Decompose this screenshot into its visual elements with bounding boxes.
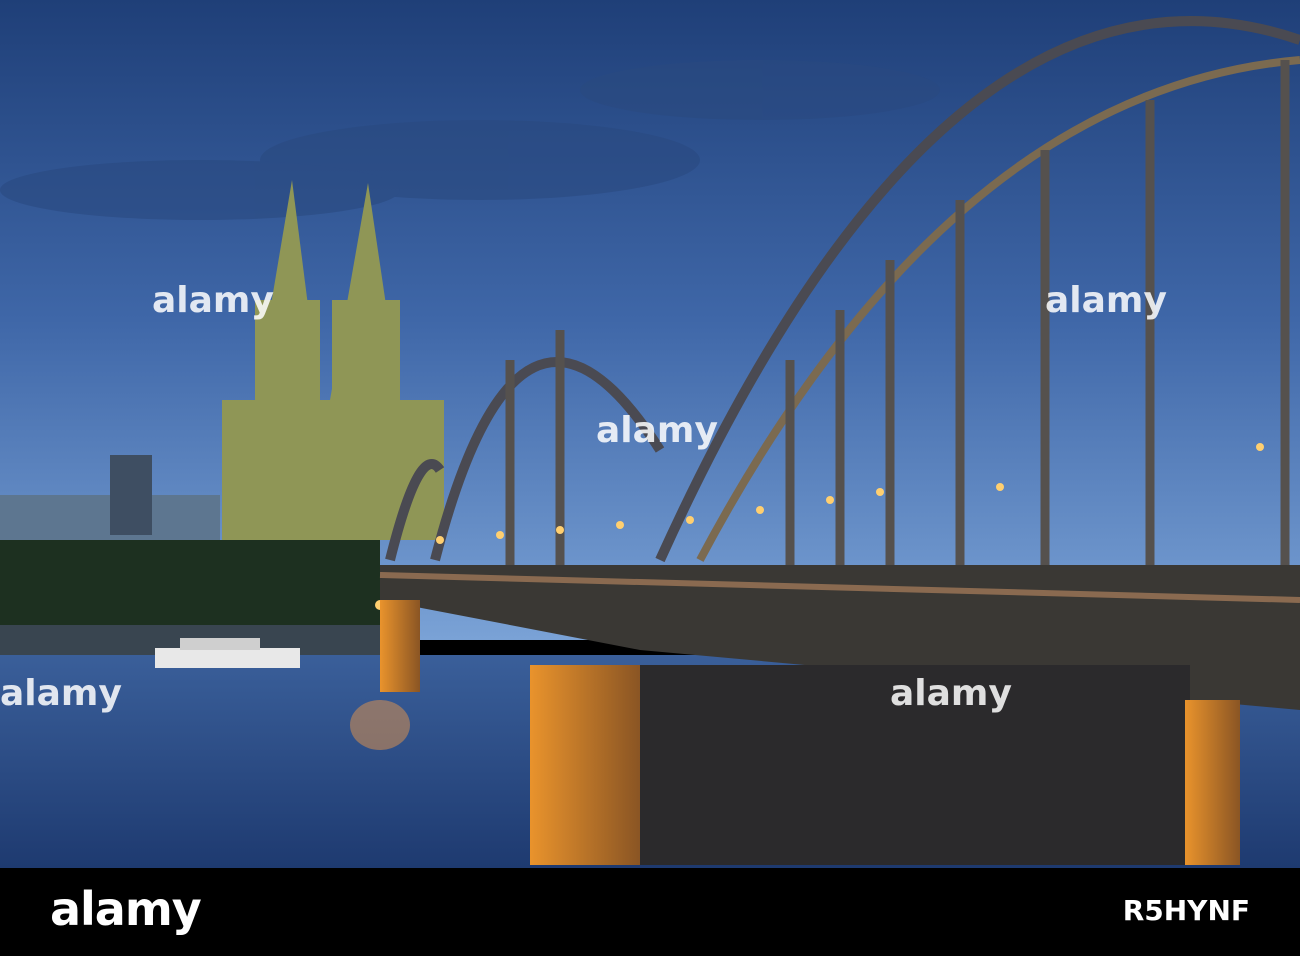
image-id: R5HYNF: [1122, 894, 1250, 927]
alamy-logo: alamy: [50, 882, 202, 936]
svg-text:alamy: alamy: [152, 280, 274, 321]
bridge-pier-left: [380, 600, 420, 692]
light-reflection: [350, 700, 410, 750]
bridge-pier-right: [1185, 700, 1240, 865]
footer-bar: alamy R5HYNF: [0, 868, 1300, 956]
svg-text:alamy: alamy: [1045, 280, 1167, 321]
svg-text:alamy: alamy: [596, 410, 718, 451]
photo: alamy alamy alamy alamy alamy: [0, 0, 1300, 868]
svg-text:alamy: alamy: [890, 673, 1012, 714]
bridge-pier-center: [530, 665, 640, 865]
svg-text:alamy: alamy: [0, 673, 122, 714]
